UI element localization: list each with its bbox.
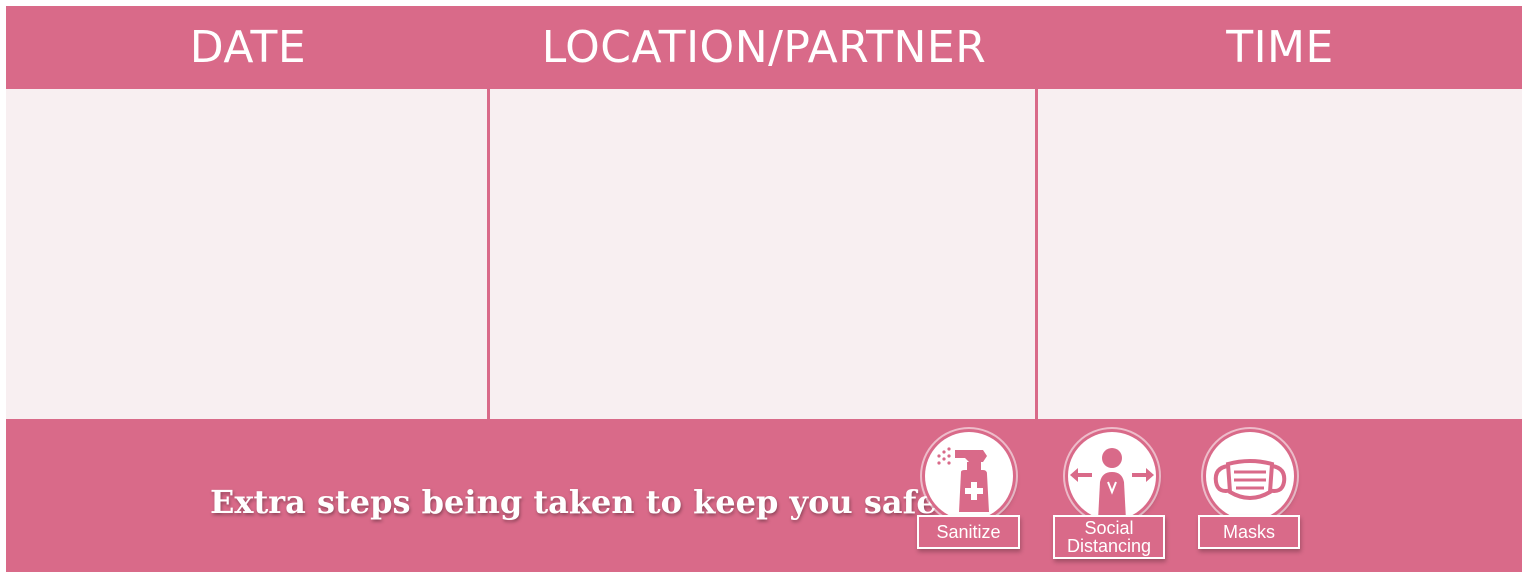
safety-footer: Extra steps being taken to keep you safe [6,419,1522,572]
safety-tagline: Extra steps being taken to keep you safe [210,483,937,521]
social-distancing-icon [1068,432,1156,520]
masks-label: Masks [1198,515,1300,549]
date-cell [6,89,487,419]
location-partner-column-header: LOCATION/PARTNER [541,22,987,73]
time-cell [1038,89,1522,419]
sanitize-label: Sanitize [917,515,1020,549]
time-column-header: TIME [1226,22,1334,73]
schedule-sign: DATE LOCATION/PARTNER TIME Extra steps b… [6,6,1522,572]
table-header: DATE LOCATION/PARTNER TIME [6,6,1522,89]
date-column-header: DATE [189,22,307,73]
social-distancing-label: Social Distancing [1053,515,1165,559]
social-label-line1: Social [1084,518,1134,538]
spray-bottle-icon [925,432,1013,520]
face-mask-icon [1206,432,1294,520]
social-label-line2: Distancing [1066,536,1152,556]
location-partner-cell [490,89,1035,419]
